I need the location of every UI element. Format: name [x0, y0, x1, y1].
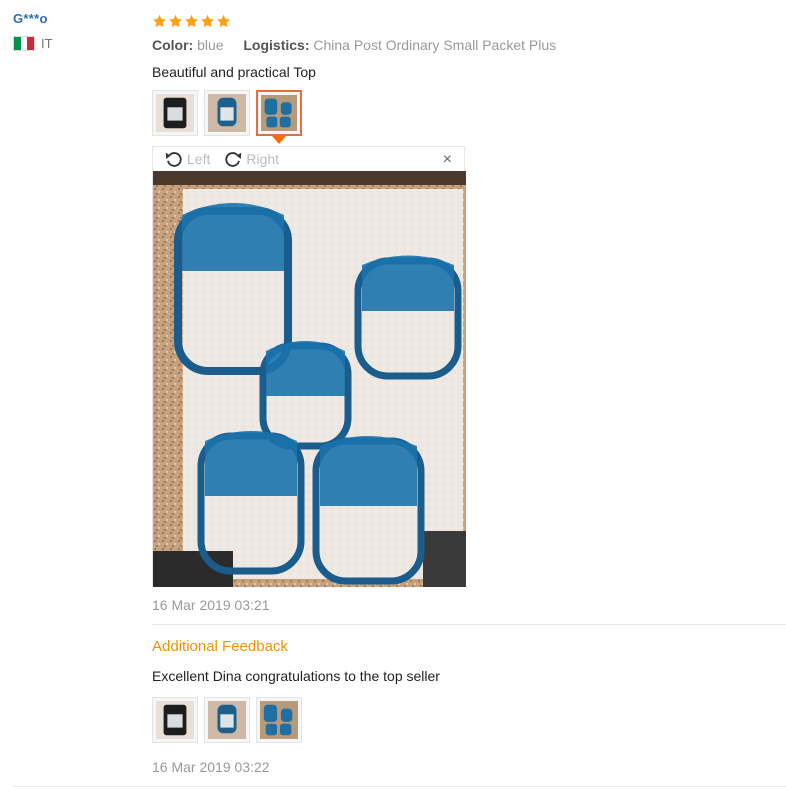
rotate-right-label: Right: [246, 151, 280, 167]
logistics-label: Logistics:: [243, 37, 310, 53]
additional-feedback-title: Additional Feedback: [152, 638, 288, 655]
rotate-left-label: Left: [187, 151, 211, 167]
photo-viewer: Left Right ×: [152, 146, 466, 587]
photo-thumbnail-image: [156, 94, 194, 132]
divider: [152, 624, 786, 625]
review-body: Color: blue Logistics: China Post Ordina…: [152, 12, 786, 136]
reviewer-country: IT: [13, 36, 133, 51]
country-code: IT: [41, 36, 53, 51]
rotate-left-button[interactable]: Left: [163, 148, 210, 170]
additional-feedback-text: Excellent Dina congratulations to the to…: [152, 668, 440, 684]
italy-flag-icon: [13, 36, 35, 51]
star-icon: [168, 14, 183, 27]
photo-thumbnail-image: [208, 701, 246, 739]
review-date: 16 Mar 2019 03:21: [152, 597, 270, 613]
photo-thumbnail-1[interactable]: [152, 90, 198, 136]
active-thumbnail-pointer: [272, 136, 286, 144]
divider: [13, 786, 786, 787]
star-icon: [184, 14, 199, 27]
additional-photo-thumbnail-3[interactable]: [256, 697, 302, 743]
review-photo: [153, 171, 466, 587]
additional-thumbnails: [152, 697, 302, 743]
star-icon: [200, 14, 215, 27]
additional-feedback-date: 16 Mar 2019 03:22: [152, 759, 270, 775]
color-value: blue: [197, 37, 224, 53]
photo-thumbnail-image: [208, 94, 246, 132]
star-rating: [152, 12, 786, 30]
photo-thumbnail-3[interactable]: [256, 90, 302, 136]
close-icon[interactable]: ×: [443, 151, 452, 169]
additional-photo-thumbnail-1[interactable]: [152, 697, 198, 743]
photo-thumbnail-image: [156, 701, 194, 739]
order-meta: Color: blue Logistics: China Post Ordina…: [152, 37, 786, 53]
logistics-value: China Post Ordinary Small Packet Plus: [313, 37, 557, 53]
rotate-right-icon: [225, 152, 242, 167]
rotate-right-button[interactable]: Right: [222, 148, 279, 170]
photo-thumbnail-2[interactable]: [204, 90, 250, 136]
photo-thumbnail-image: [260, 701, 298, 739]
review-thumbnails: [152, 90, 786, 136]
color-label: Color:: [152, 37, 194, 53]
viewer-toolbar: Left Right ×: [153, 147, 464, 171]
star-icon: [152, 14, 167, 27]
reviewer-info: G***o IT: [13, 11, 133, 51]
additional-photo-thumbnail-2[interactable]: [204, 697, 250, 743]
review-text: Beautiful and practical Top: [152, 64, 316, 80]
star-icon: [216, 14, 231, 27]
rotate-left-icon: [165, 152, 182, 167]
reviewer-name: G***o: [13, 11, 48, 26]
photo-thumbnail-image: [261, 95, 297, 131]
